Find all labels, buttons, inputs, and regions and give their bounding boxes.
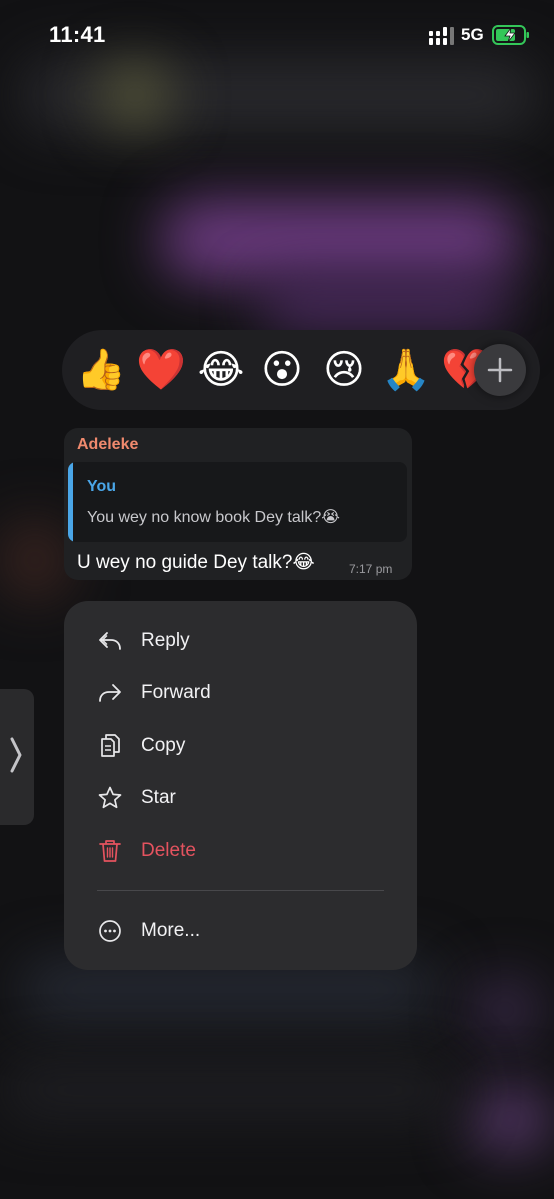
menu-label-copy: Copy [141, 735, 186, 756]
menu-divider [97, 890, 384, 891]
menu-item-copy[interactable]: Copy [64, 724, 417, 768]
menu-label-delete: Delete [141, 840, 196, 861]
blurred-chat-background [0, 0, 554, 1199]
quote-accent-bar [68, 462, 73, 542]
chevron-right-icon [10, 737, 22, 773]
menu-item-forward[interactable]: Forward [64, 671, 417, 715]
quoted-message[interactable]: You You wey no know book Dey talk?😭 [68, 462, 407, 542]
reaction-bar: 👍 ❤️ 😂 😮 😢 🙏 💔 [62, 330, 540, 410]
reaction-laughing[interactable]: 😂 [197, 346, 245, 394]
reaction-heart[interactable]: ❤️ [136, 346, 186, 394]
menu-item-delete[interactable]: Delete [64, 829, 417, 873]
message-sender: Adeleke [77, 436, 139, 453]
more-options-icon [99, 920, 121, 942]
menu-label-more: More... [141, 920, 201, 941]
forward-icon [99, 684, 121, 702]
quoted-text: You wey no know book Dey talk?😭 [87, 509, 340, 526]
reaction-thumbs-up[interactable]: 👍 [76, 346, 126, 394]
status-time: 11:41 [49, 22, 106, 47]
message-context-menu: Reply Forward Copy Star Delete More... [64, 601, 417, 970]
menu-label-reply: Reply [141, 630, 190, 651]
trash-icon [99, 840, 121, 862]
menu-label-star: Star [141, 787, 176, 808]
reply-icon [99, 632, 121, 650]
more-reactions-button[interactable] [474, 344, 526, 396]
message-timestamp: 7:17 pm [349, 562, 393, 576]
menu-item-reply[interactable]: Reply [64, 619, 417, 663]
reaction-crying[interactable]: 😢 [320, 346, 368, 394]
star-icon [98, 786, 122, 809]
message-text: U wey no guide Dey talk?😂 [77, 552, 315, 573]
reaction-praying[interactable]: 🙏 [381, 346, 431, 394]
battery-charging-icon [492, 25, 529, 45]
plus-icon [487, 357, 513, 383]
menu-item-more[interactable]: More... [64, 909, 417, 953]
side-panel-handle[interactable] [0, 689, 34, 825]
reaction-surprised[interactable]: 😮 [258, 346, 306, 394]
signal-icon [429, 27, 454, 45]
status-bar: 11:41 5G [0, 0, 554, 70]
copy-icon [101, 734, 120, 757]
menu-label-forward: Forward [141, 682, 211, 703]
menu-item-star[interactable]: Star [64, 776, 417, 820]
network-label: 5G [461, 25, 484, 44]
quoted-sender: You [87, 478, 117, 495]
message-bubble[interactable]: Adeleke You You wey no know book Dey tal… [64, 428, 412, 580]
